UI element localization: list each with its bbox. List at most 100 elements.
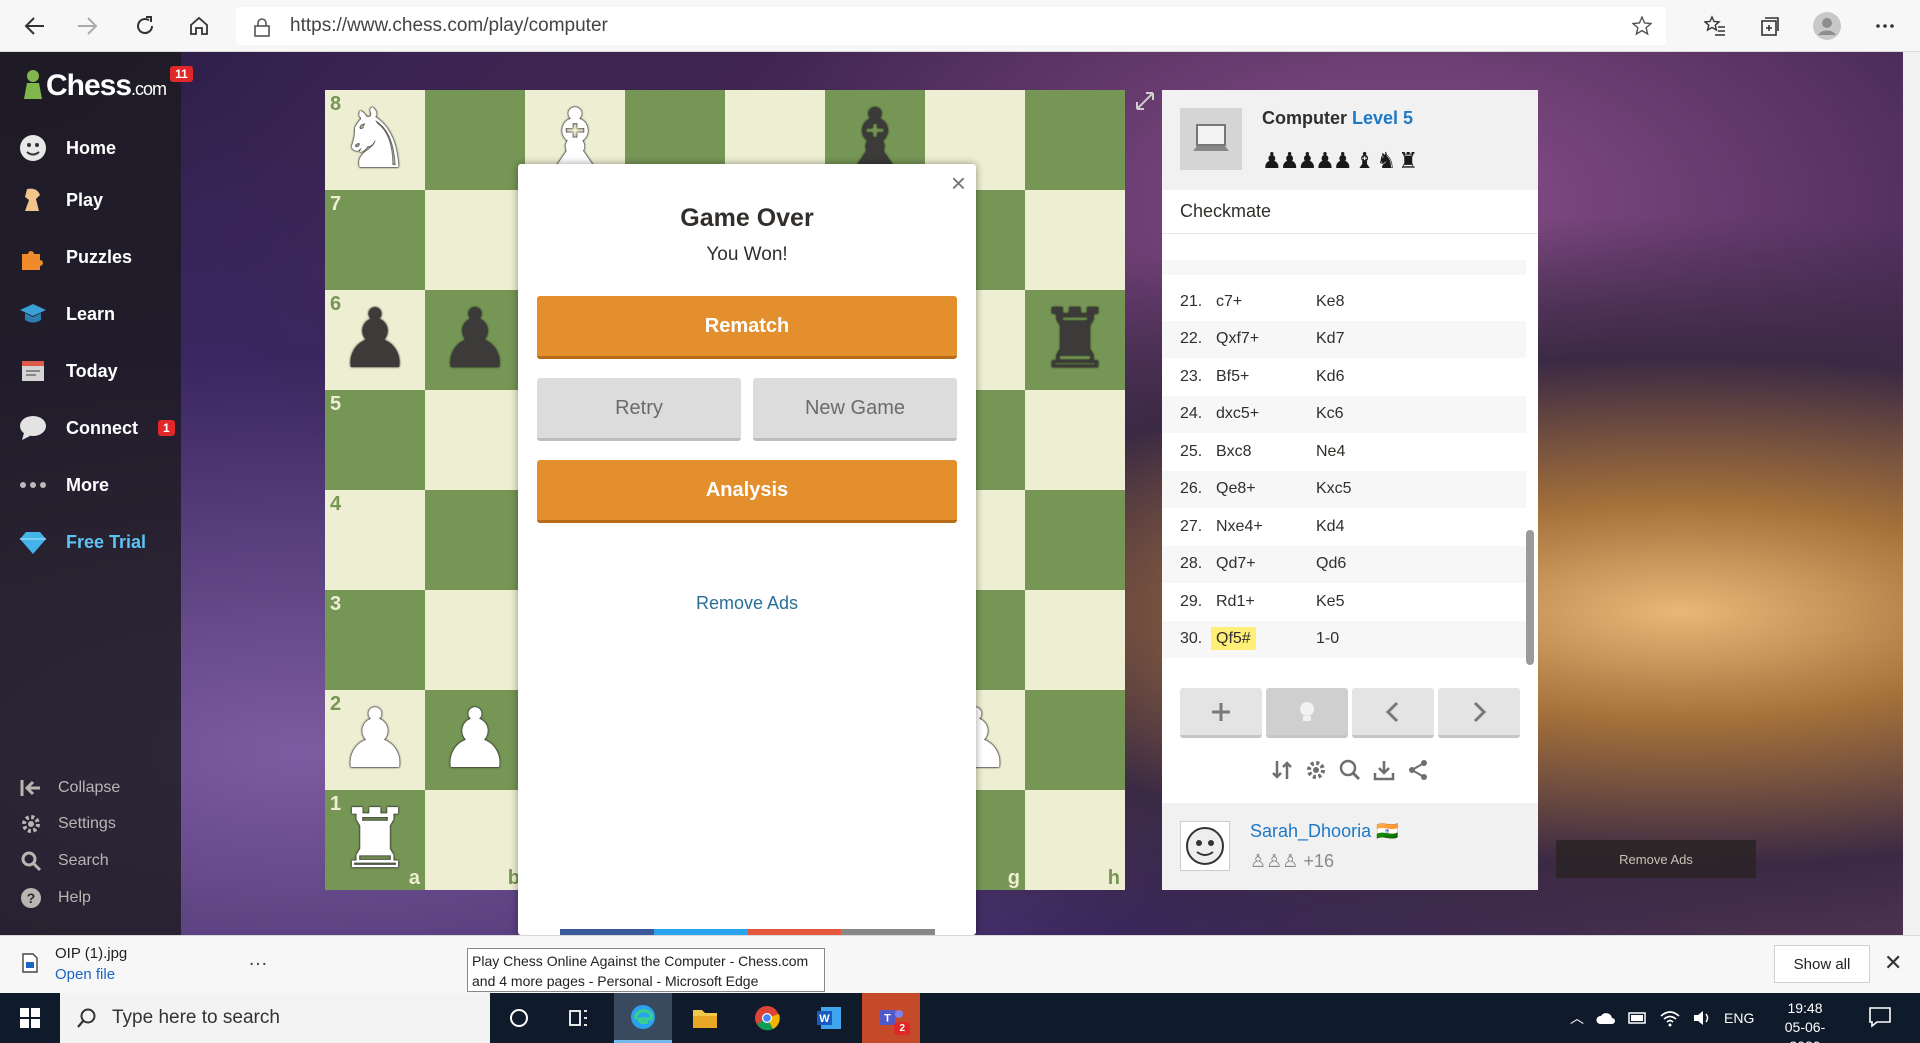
square-a4[interactable]: 4 <box>325 490 425 590</box>
square-a8[interactable]: 8 ♞ <box>325 90 425 190</box>
sidebar-collapse[interactable]: Collapse <box>18 774 120 802</box>
sidebar-item-more[interactable]: More <box>16 465 109 505</box>
white-move[interactable]: Qf5# <box>1211 627 1316 650</box>
square-b3[interactable] <box>425 590 525 690</box>
square-h8[interactable] <box>1025 90 1125 190</box>
square-b7[interactable] <box>425 190 525 290</box>
next-move-button[interactable] <box>1438 688 1520 738</box>
volume-icon[interactable] <box>1692 1009 1712 1027</box>
square-h1[interactable]: h <box>1025 790 1125 890</box>
settings-menu-button[interactable] <box>1868 9 1902 43</box>
user-avatar[interactable] <box>1180 821 1230 871</box>
move-list[interactable]: 21. c7+ Ke8 22. Qxf7+ Kd7 23. Bf5+ Kd6 24. dxc5+ Kc… <box>1162 260 1526 660</box>
page-scrollbar[interactable] <box>1903 52 1920 935</box>
hint-button[interactable] <box>1266 688 1348 738</box>
address-bar[interactable]: https://www.chess.com/play/computer <box>236 7 1666 45</box>
square-h4[interactable] <box>1025 490 1125 590</box>
sidebar-item-connect[interactable]: Connect 1 <box>16 408 175 448</box>
taskbar-edge[interactable] <box>614 993 672 1043</box>
white-move[interactable]: Bxc8 <box>1216 443 1316 461</box>
retry-button[interactable]: Retry <box>537 378 741 441</box>
white-move[interactable]: c7+ <box>1216 293 1316 311</box>
black-move[interactable]: 1-0 <box>1316 630 1416 648</box>
show-all-button[interactable]: Show all <box>1774 945 1870 983</box>
back-button[interactable] <box>18 9 52 43</box>
square-h3[interactable] <box>1025 590 1125 690</box>
move-list-scrollbar[interactable] <box>1526 530 1534 665</box>
close-modal-button[interactable]: × <box>951 168 966 199</box>
forward-button[interactable] <box>70 9 104 43</box>
square-a3[interactable]: 3 <box>325 590 425 690</box>
share-icon[interactable] <box>1406 758 1430 782</box>
square-a5[interactable]: 5 <box>325 390 425 490</box>
square-a7[interactable]: 7 <box>325 190 425 290</box>
open-file-link[interactable]: Open file <box>55 966 115 983</box>
sidebar-search[interactable]: Search <box>18 847 109 875</box>
white-move[interactable]: Bf5+ <box>1216 368 1316 386</box>
black-move[interactable]: Qd6 <box>1316 555 1416 573</box>
sidebar-item-puzzles[interactable]: Puzzles <box>16 237 132 277</box>
notifications-button[interactable] <box>1868 1005 1892 1034</box>
start-button[interactable] <box>0 993 60 1043</box>
rematch-button[interactable]: Rematch <box>537 296 957 359</box>
close-download-bar-button[interactable]: ✕ <box>1884 950 1902 976</box>
white-move[interactable]: Qxf7+ <box>1216 330 1316 348</box>
white-move[interactable]: Qd7+ <box>1216 555 1316 573</box>
taskbar-word[interactable]: W <box>800 993 858 1043</box>
move-row[interactable]: 29. Rd1+ Ke5 <box>1162 583 1526 620</box>
taskbar-search-box[interactable]: Type here to search <box>60 993 490 1043</box>
expand-board-button[interactable] <box>1134 90 1156 112</box>
flip-board-icon[interactable] <box>1270 758 1294 782</box>
sidebar-item-today[interactable]: Today <box>16 351 118 391</box>
chess-piece[interactable]: ♜ <box>338 799 412 881</box>
taskbar-teams[interactable]: T 2 <box>862 993 920 1043</box>
black-move[interactable]: Kxc5 <box>1316 480 1416 498</box>
gear-icon[interactable] <box>1304 758 1328 782</box>
chess-piece[interactable]: ♞ <box>338 99 412 181</box>
taskbar-clock[interactable]: 19:48 05-06-2020 <box>1770 999 1840 1043</box>
square-h2[interactable] <box>1025 690 1125 790</box>
home-button[interactable] <box>182 9 216 43</box>
white-move[interactable]: Rd1+ <box>1216 593 1316 611</box>
square-h6[interactable]: ♜ <box>1025 290 1125 390</box>
cortana-button[interactable] <box>490 993 548 1043</box>
sidebar-settings[interactable]: Settings <box>18 810 116 838</box>
sidebar-item-learn[interactable]: Learn <box>16 294 115 334</box>
language-indicator[interactable]: ENG <box>1724 1010 1754 1026</box>
square-b5[interactable] <box>425 390 525 490</box>
move-row[interactable]: 27. Nxe4+ Kd4 <box>1162 508 1526 545</box>
square-b4[interactable] <box>425 490 525 590</box>
move-row[interactable]: 24. dxc5+ Kc6 <box>1162 395 1526 433</box>
user-name[interactable]: Sarah_Dhooria 🇮🇳 <box>1250 821 1399 842</box>
new-game-button[interactable]: New Game <box>753 378 957 441</box>
move-row[interactable]: 23. Bf5+ Kd6 <box>1162 358 1526 395</box>
chess-piece[interactable]: ♟ <box>438 699 512 781</box>
chess-piece[interactable]: ♜ <box>1038 299 1112 381</box>
black-move[interactable]: Ke5 <box>1316 593 1416 611</box>
wifi-icon[interactable] <box>1660 1009 1680 1027</box>
white-move[interactable]: Qe8+ <box>1216 480 1316 498</box>
move-row[interactable]: 26. Qe8+ Kxc5 <box>1162 470 1526 508</box>
move-row[interactable]: 22. Qxf7+ Kd7 <box>1162 320 1526 358</box>
download-icon[interactable] <box>1372 758 1396 782</box>
square-a1[interactable]: 1 a ♜ <box>325 790 425 890</box>
black-move[interactable]: Kc6 <box>1316 405 1416 423</box>
chess-piece[interactable]: ♟ <box>338 699 412 781</box>
analysis-button[interactable]: Analysis <box>537 460 957 523</box>
square-h5[interactable] <box>1025 390 1125 490</box>
previous-move-button[interactable] <box>1352 688 1434 738</box>
page-remove-ads-button[interactable]: Remove Ads <box>1556 840 1756 878</box>
collections-button[interactable] <box>1753 9 1787 43</box>
battery-icon[interactable] <box>1628 1011 1648 1025</box>
black-move[interactable]: Ne4 <box>1316 443 1416 461</box>
remove-ads-link[interactable]: Remove Ads <box>518 593 976 614</box>
task-view-button[interactable] <box>550 993 608 1043</box>
add-button[interactable] <box>1180 688 1262 738</box>
move-row[interactable]: 28. Qd7+ Qd6 <box>1162 545 1526 583</box>
chess-piece[interactable]: ♟ <box>438 299 512 381</box>
move-row[interactable]: 25. Bxc8 Ne4 <box>1162 433 1526 470</box>
square-b6[interactable]: ♟ <box>425 290 525 390</box>
square-a6[interactable]: 6 ♟ <box>325 290 425 390</box>
onedrive-icon[interactable] <box>1596 1011 1616 1025</box>
black-move[interactable]: Ke8 <box>1316 293 1416 311</box>
